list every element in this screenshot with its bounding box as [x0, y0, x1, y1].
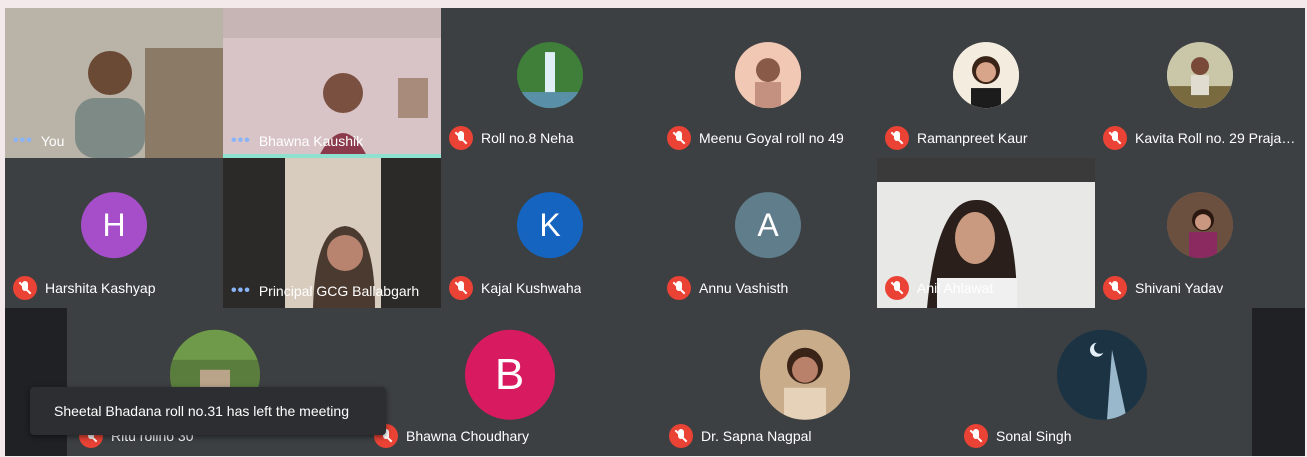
- avatar: [1167, 192, 1233, 259]
- audio-level-icon: •••: [231, 282, 251, 299]
- participant-tile-you[interactable]: ••• You: [5, 8, 223, 158]
- mic-off-icon: [885, 276, 909, 300]
- participant-name: Anil Ahlawat: [917, 280, 994, 296]
- participant-tile-anil-ahlawat[interactable]: Anil Ahlawat: [877, 158, 1095, 308]
- participant-tile-ramanpreet-kaur[interactable]: Ramanpreet Kaur: [877, 8, 1095, 158]
- avatar: [735, 42, 801, 109]
- participant-name: Meenu Goyal roll no 49: [699, 130, 844, 146]
- participant-name: Bhawna Choudhary: [406, 428, 529, 444]
- avatar: [953, 42, 1019, 109]
- participant-name: Kavita Roll no. 29 Prajap...: [1135, 130, 1297, 146]
- participant-tile-bhawna-choudhary[interactable]: B Bhawna Choudhary: [362, 308, 657, 456]
- avatar: B: [464, 329, 555, 420]
- participant-name: Harshita Kashyap: [45, 280, 156, 296]
- participant-name: Dr. Sapna Nagpal: [701, 428, 812, 444]
- mic-off-icon: [667, 276, 691, 300]
- participant-tile-neha[interactable]: Roll no.8 Neha: [441, 8, 659, 158]
- avatar: A: [735, 192, 801, 259]
- avatar-letter: H: [102, 206, 126, 243]
- participant-name: Ramanpreet Kaur: [917, 130, 1028, 146]
- mic-off-icon: [449, 276, 473, 300]
- avatar-letter: K: [539, 206, 561, 243]
- notification-text: Sheetal Bhadana roll no.31 has left the …: [54, 403, 349, 419]
- mic-off-icon: [885, 126, 909, 150]
- avatar-letter: B: [494, 349, 525, 399]
- participant-tile-principal[interactable]: ••• Principal GCG Ballabgarh: [223, 158, 441, 308]
- participant-tile-sonal-singh[interactable]: Sonal Singh: [952, 308, 1252, 456]
- participant-name: Annu Vashisth: [699, 280, 789, 296]
- avatar: [759, 329, 850, 420]
- participant-tile-sapna-nagpal[interactable]: Dr. Sapna Nagpal: [657, 308, 952, 456]
- avatar: H: [81, 192, 147, 259]
- participant-name: Bhawna Kaushik: [258, 133, 364, 149]
- participant-tile-annu-vashisth[interactable]: A Annu Vashisth: [659, 158, 877, 308]
- participant-tile-shivani-yadav[interactable]: Shivani Yadav: [1095, 158, 1305, 308]
- participant-name: Roll no.8 Neha: [481, 130, 574, 146]
- avatar: K: [517, 192, 583, 259]
- mic-off-icon: [449, 126, 473, 150]
- participant-name: Principal GCG Ballabgarh: [258, 283, 420, 299]
- mic-off-icon: [13, 276, 37, 300]
- participant-name: Shivani Yadav: [1135, 280, 1224, 296]
- mic-off-icon: [667, 126, 691, 150]
- participant-tile-kajal-kushwaha[interactable]: K Kajal Kushwaha: [441, 158, 659, 308]
- participant-tile-harshita-kashyap[interactable]: H Harshita Kashyap: [5, 158, 223, 308]
- left-meeting-notification: Sheetal Bhadana roll no.31 has left the …: [30, 387, 386, 435]
- audio-level-icon: •••: [231, 132, 251, 149]
- mic-off-icon: [669, 424, 693, 448]
- participant-name: Sonal Singh: [996, 428, 1072, 444]
- participant-tile-meenu-goyal[interactable]: Meenu Goyal roll no 49: [659, 8, 877, 158]
- mic-off-icon: [1103, 276, 1127, 300]
- avatar: [517, 42, 583, 109]
- participant-name: You: [40, 133, 65, 149]
- participant-tile-bhawna-kaushik[interactable]: ••• Bhawna Kaushik: [223, 8, 441, 158]
- avatar-letter: A: [757, 206, 779, 243]
- participant-tile-kavita[interactable]: Kavita Roll no. 29 Prajap...: [1095, 8, 1305, 158]
- mic-off-icon: [964, 424, 988, 448]
- mic-off-icon: [1103, 126, 1127, 150]
- participant-name: Kajal Kushwaha: [481, 280, 582, 296]
- audio-level-icon: •••: [13, 132, 33, 149]
- avatar: [1057, 329, 1147, 420]
- avatar: [1167, 42, 1233, 109]
